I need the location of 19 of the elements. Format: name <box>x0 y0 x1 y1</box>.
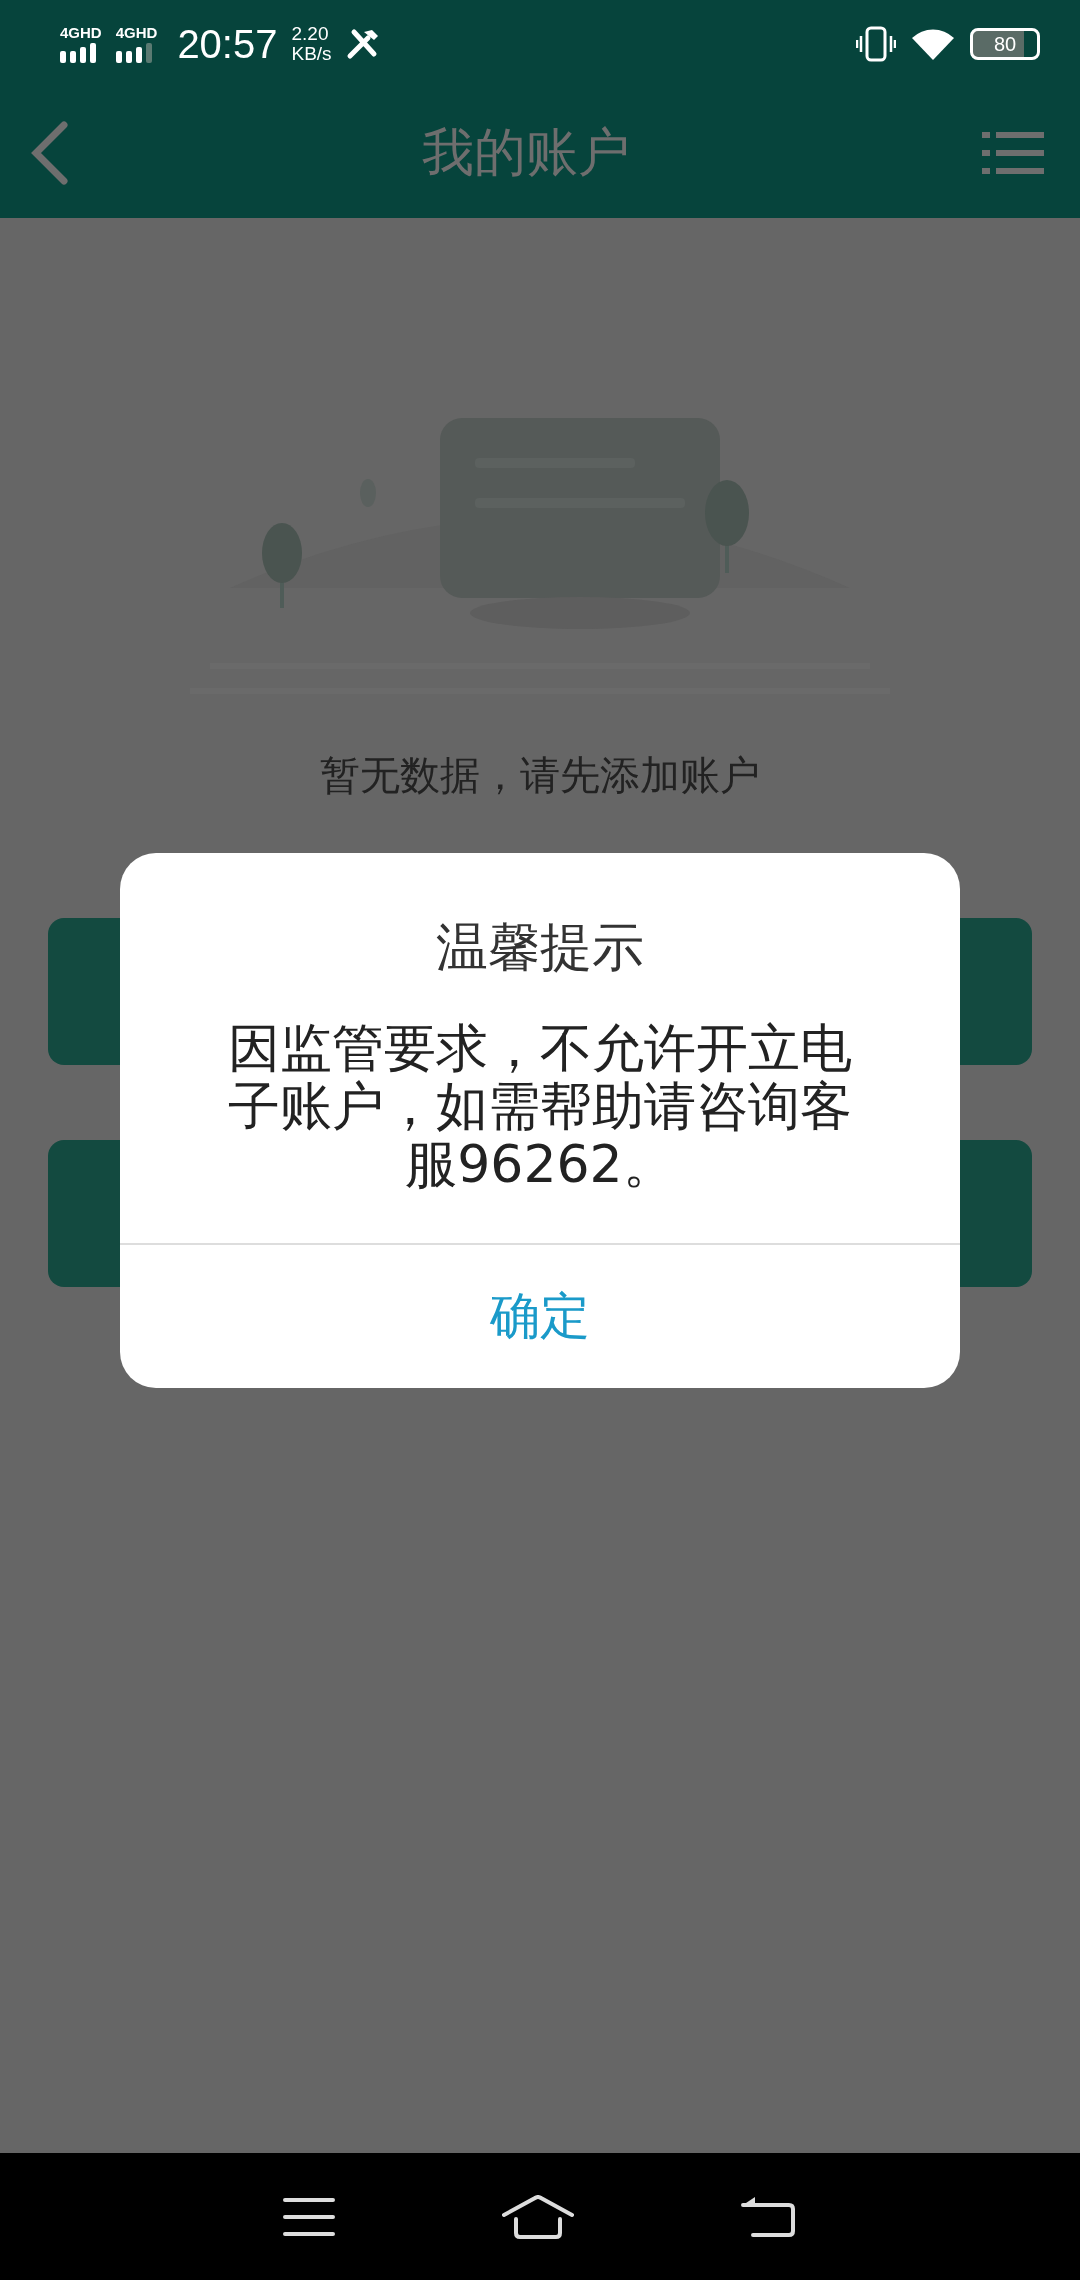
menu-icon[interactable] <box>283 2196 336 2237</box>
confirm-button[interactable]: 确定 <box>120 1245 960 1388</box>
clock: 20:57 <box>177 21 278 67</box>
tools-icon <box>345 28 380 60</box>
dialog-message: 因监管要求，不允许开立电子账户，如需帮助请咨询客服96262。 <box>227 1019 853 1193</box>
back-icon[interactable] <box>740 2194 797 2239</box>
dialog-title: 温馨提示 <box>436 916 644 979</box>
vibrate-icon <box>856 26 896 62</box>
page-title: 我的账户 <box>422 121 630 184</box>
wifi-icon <box>910 26 956 62</box>
speed-value: 2.20 <box>291 24 330 44</box>
network-label: 4GHD <box>115 25 158 41</box>
battery-icon: 80 <box>970 28 1040 60</box>
network-label: 4GHD <box>60 25 102 41</box>
signal-icon <box>115 43 154 63</box>
signal-icon <box>60 43 98 63</box>
home-icon[interactable] <box>502 2194 574 2239</box>
empty-message: 暂无数据，请先添加账户 <box>320 751 760 800</box>
speed-unit: KB/s <box>291 44 332 64</box>
